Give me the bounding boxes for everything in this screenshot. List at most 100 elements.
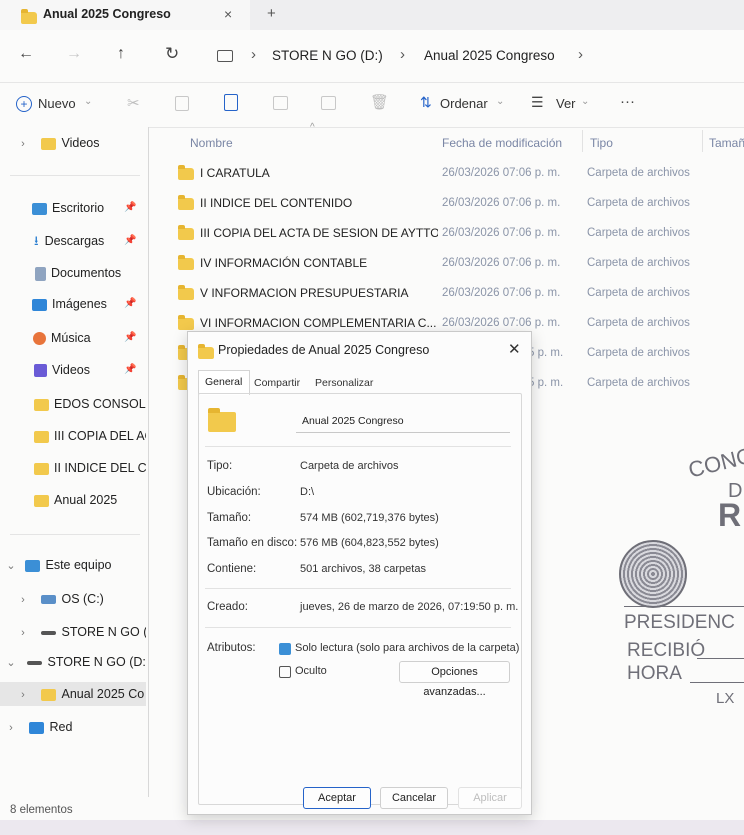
- table-row[interactable]: I CARATULA 26/03/2026 07:06 p. m. Carpet…: [178, 161, 738, 185]
- column-divider[interactable]: [582, 130, 583, 152]
- advanced-options-button[interactable]: Opciones avanzadas...: [399, 661, 510, 698]
- prop-label-ubicacion: Ubicación:: [207, 486, 261, 498]
- file-modified: 26/03/2026 07:06 p. m.: [442, 257, 561, 269]
- download-icon: ⭳: [34, 233, 39, 248]
- copy-icon[interactable]: [175, 96, 189, 111]
- column-divider[interactable]: [702, 130, 703, 152]
- readonly-label: Solo lectura (solo para archivos de la c…: [295, 642, 520, 654]
- divider: [205, 446, 511, 447]
- chevron-down-icon[interactable]: ⌄: [4, 651, 18, 674]
- sidebar-item-videos[interactable]: Videos 📌: [0, 358, 146, 382]
- prop-label-creado: Creado:: [207, 601, 248, 613]
- chevron-right-icon[interactable]: ›: [16, 621, 30, 644]
- stamp-text: LX: [716, 690, 735, 707]
- paste-icon[interactable]: [224, 94, 238, 111]
- sidebar-item-escritorio[interactable]: Escritorio 📌: [0, 196, 146, 220]
- refresh-icon[interactable]: ↻: [165, 44, 179, 64]
- sidebar-item-anual-2025[interactable]: Anual 2025: [0, 488, 146, 512]
- pin-icon[interactable]: 📌: [124, 292, 136, 316]
- breadcrumb-expand-icon[interactable]: ›: [578, 46, 583, 63]
- column-header-modified[interactable]: Fecha de modificación: [442, 136, 562, 150]
- back-arrow-icon[interactable]: ←: [18, 45, 34, 63]
- new-tab-icon[interactable]: +: [267, 5, 276, 22]
- chevron-down-icon[interactable]: ⌄: [4, 554, 18, 577]
- table-row[interactable]: V INFORMACION PRESUPUESTARIA 26/03/2026 …: [178, 281, 738, 305]
- prop-label-tamano-disco: Tamaño en disco:: [207, 537, 298, 549]
- prop-label-tamano: Tamaño:: [207, 512, 252, 524]
- stamp-text: HORA: [627, 663, 682, 684]
- sidebar-item-descargas[interactable]: ⭳ Descargas 📌: [0, 229, 146, 253]
- pin-icon[interactable]: 📌: [124, 326, 136, 350]
- tab-compartir[interactable]: Compartir: [254, 377, 300, 389]
- sidebar-item-imagenes[interactable]: Imágenes 📌: [0, 292, 146, 316]
- sidebar-item-store-n-go-1[interactable]: › STORE N GO (I: [0, 620, 146, 644]
- cancel-button[interactable]: Cancelar: [380, 787, 448, 809]
- file-modified: 26/03/2026 07:06 p. m.: [442, 287, 561, 299]
- pin-icon[interactable]: 📌: [124, 358, 136, 382]
- tab-personalizar[interactable]: Personalizar: [315, 377, 373, 389]
- more-options-button[interactable]: ···: [620, 93, 635, 110]
- sidebar-item-este-equipo[interactable]: ⌄ Este equipo: [0, 553, 146, 577]
- column-header-size[interactable]: Tamaño: [709, 136, 744, 150]
- tab-anual-2025-congreso[interactable]: Anual 2025 Congreso ×: [0, 0, 250, 30]
- folder-name-input[interactable]: Anual 2025 Congreso: [296, 410, 510, 433]
- prop-value-creado: jueves, 26 de marzo de 2026, 07:19:50 p.…: [300, 601, 519, 613]
- share-icon[interactable]: [321, 96, 336, 110]
- rename-icon[interactable]: [273, 96, 288, 110]
- sidebar-item-store-n-go-d[interactable]: ⌄ STORE N GO (D:: [0, 650, 146, 674]
- sidebar-item-os-c[interactable]: › OS (C:): [0, 587, 146, 611]
- column-header-type[interactable]: Tipo: [590, 136, 613, 150]
- seal-emblem-icon: [619, 540, 687, 608]
- computer-monitor-icon[interactable]: [217, 50, 233, 62]
- file-type: Carpeta de archivos: [587, 377, 690, 389]
- forward-arrow-icon[interactable]: →: [66, 45, 82, 63]
- prop-label-atributos: Atributos:: [207, 642, 256, 654]
- prop-value-tamano-disco: 576 MB (604,823,552 bytes): [300, 537, 439, 549]
- stamp-text: PRESIDENC: [624, 612, 735, 633]
- sidebar-item-iii-copia[interactable]: III COPIA DEL AC: [0, 424, 146, 448]
- sort-icon: ⇅: [420, 94, 432, 110]
- dialog-close-button[interactable]: ✕: [508, 340, 521, 358]
- sidebar-item-anual-2025-congreso[interactable]: › Anual 2025 Co: [0, 682, 146, 706]
- cut-icon[interactable]: ✂: [127, 94, 140, 112]
- chevron-right-icon[interactable]: ›: [16, 683, 30, 706]
- pin-icon[interactable]: 📌: [124, 229, 136, 253]
- sort-arrow-icon: ^: [310, 122, 315, 133]
- file-name: II INDICE DEL CONTENIDO: [200, 196, 353, 210]
- folder-icon: [178, 164, 194, 180]
- sidebar-item-ii-indice[interactable]: II INDICE DEL CC: [0, 456, 146, 480]
- chevron-right-icon[interactable]: ›: [16, 132, 30, 155]
- tab-general[interactable]: General: [198, 370, 250, 395]
- large-folder-tab: [208, 408, 220, 413]
- file-type: Carpeta de archivos: [587, 347, 690, 359]
- delete-icon[interactable]: 🗑: [370, 93, 389, 111]
- sidebar-item-documentos[interactable]: Documentos: [0, 261, 146, 285]
- breadcrumb-drive[interactable]: STORE N GO (D:): [272, 48, 383, 63]
- hidden-checkbox[interactable]: [279, 666, 291, 678]
- chevron-right-icon[interactable]: ›: [4, 716, 18, 739]
- sidebar-item-edos-consolii[interactable]: EDOS CONSOLII: [0, 392, 146, 416]
- sidebar-item-label: Anual 2025: [54, 493, 118, 507]
- new-button[interactable]: Nuevo: [38, 96, 76, 111]
- stamp-line: [697, 658, 744, 659]
- sidebar-item-label: OS (C:): [61, 592, 104, 606]
- sidebar-item-musica[interactable]: Música 📌: [0, 326, 146, 350]
- table-row[interactable]: II INDICE DEL CONTENIDO 26/03/2026 07:06…: [178, 191, 738, 215]
- sidebar-item-videos-top[interactable]: › Videos: [0, 131, 140, 155]
- table-row[interactable]: IV INFORMACIÓN CONTABLE 26/03/2026 07:06…: [178, 251, 738, 275]
- readonly-checkbox[interactable]: [279, 643, 291, 655]
- breadcrumb-folder[interactable]: Anual 2025 Congreso: [424, 48, 555, 63]
- column-header-name[interactable]: Nombre: [190, 136, 233, 150]
- sort-button[interactable]: Ordenar: [440, 96, 488, 111]
- ok-button[interactable]: Aceptar: [303, 787, 371, 809]
- chevron-right-icon[interactable]: ›: [16, 588, 30, 611]
- view-button[interactable]: Ver: [556, 96, 576, 111]
- file-name: III COPIA DEL ACTA DE SESION DE AYTTO: [200, 226, 438, 240]
- close-tab-icon[interactable]: ×: [224, 6, 232, 22]
- divider: [205, 627, 511, 628]
- apply-button[interactable]: Aplicar: [458, 787, 522, 809]
- pin-icon[interactable]: 📌: [124, 196, 136, 220]
- table-row[interactable]: III COPIA DEL ACTA DE SESION DE AYTTO 26…: [178, 221, 738, 245]
- up-arrow-icon[interactable]: ↑: [117, 45, 125, 63]
- sidebar-item-red[interactable]: › Red: [0, 715, 146, 739]
